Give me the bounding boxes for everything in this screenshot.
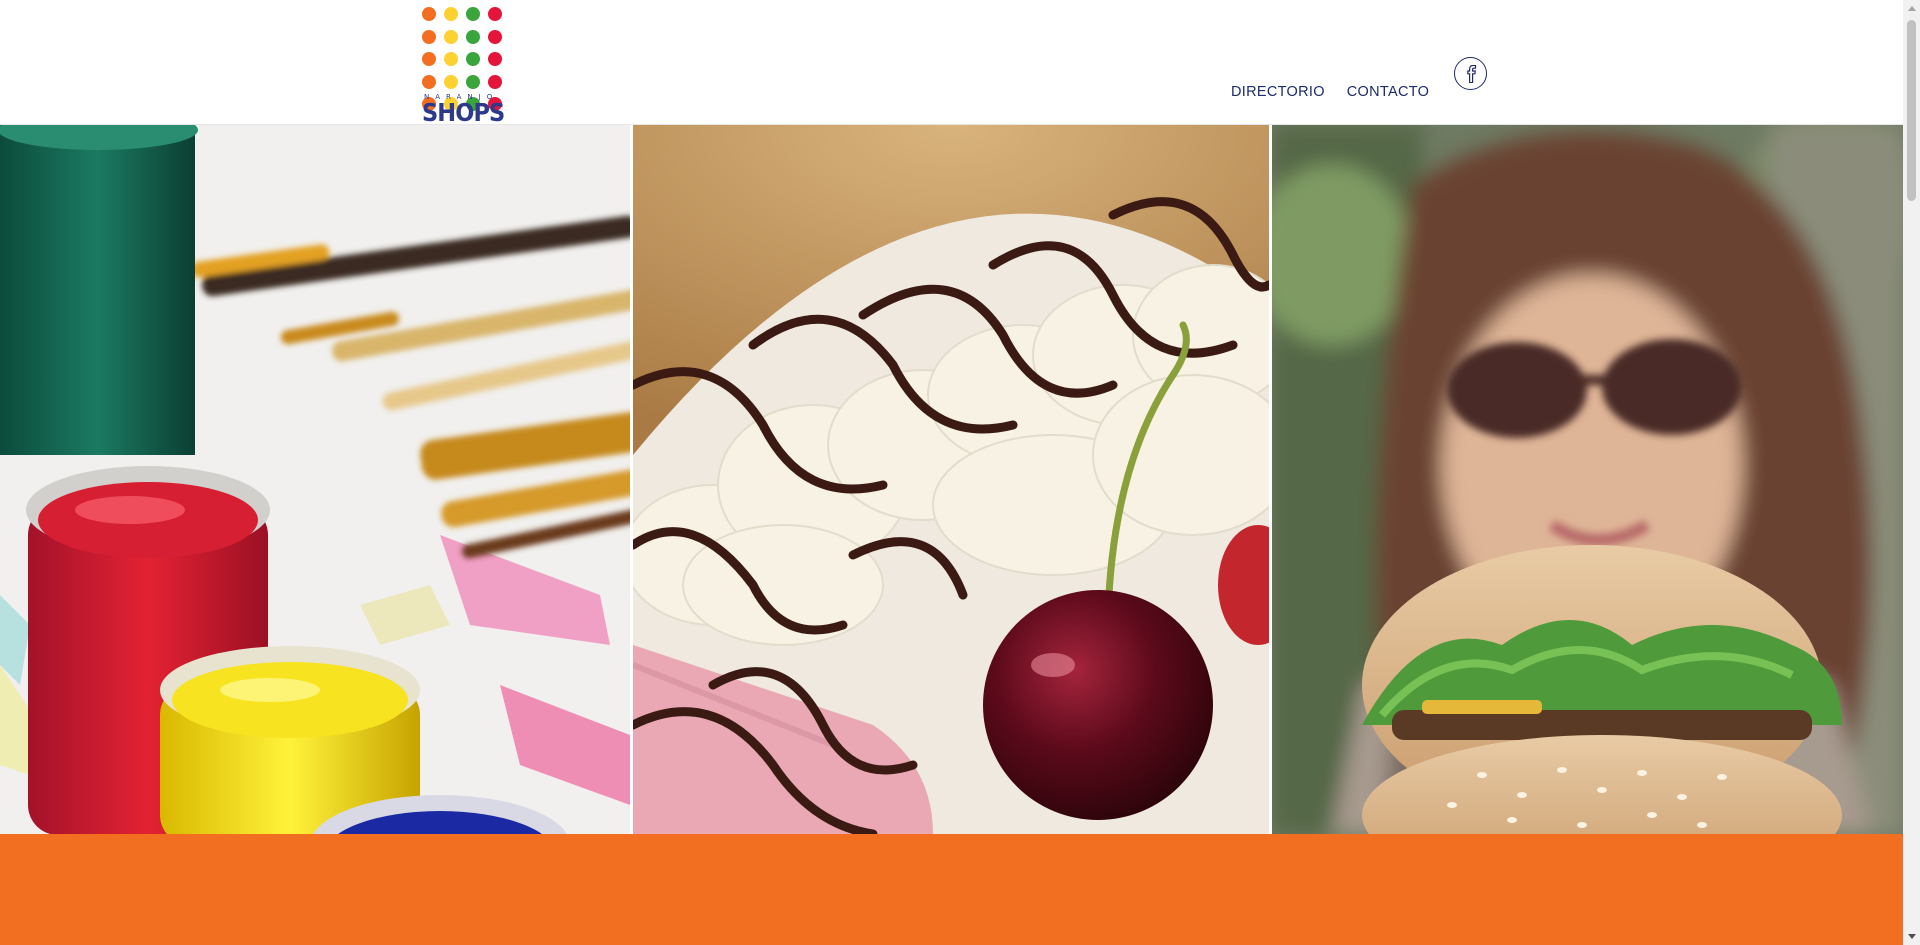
logo-dot xyxy=(488,29,502,44)
logo-dot xyxy=(422,7,436,21)
logo-dot xyxy=(444,52,458,66)
nav-directorio[interactable]: DIRECTORIO xyxy=(1231,84,1325,100)
woman-burger-image xyxy=(1272,125,1903,834)
logo-dot xyxy=(488,74,502,89)
page: NARANJO SHOPS DIRECTORIO CONTACTO xyxy=(0,0,1903,945)
ice-cream-cherry-image xyxy=(633,125,1269,834)
hero-banner xyxy=(0,125,1903,834)
facebook-icon[interactable] xyxy=(1454,57,1487,90)
logo-dot xyxy=(466,7,480,21)
nav-contacto[interactable]: CONTACTO xyxy=(1347,84,1429,100)
vertical-scrollbar[interactable] xyxy=(1903,0,1920,945)
logo-dot xyxy=(466,52,480,66)
logo-title: SHOPS xyxy=(422,98,505,127)
logo-dot xyxy=(488,52,502,66)
logo-dot xyxy=(444,29,458,44)
logo-dot xyxy=(444,7,458,21)
logo-dot xyxy=(466,74,480,89)
site-header: NARANJO SHOPS DIRECTORIO CONTACTO xyxy=(0,0,1903,127)
scrollbar-thumb[interactable] xyxy=(1907,20,1916,201)
naranjo-shops-logo[interactable]: NARANJO SHOPS xyxy=(422,7,510,127)
main-nav: DIRECTORIO CONTACTO xyxy=(1231,84,1429,100)
logo-dot xyxy=(444,74,458,89)
logo-dot xyxy=(422,52,436,66)
paint-jars-image xyxy=(0,125,630,834)
scroll-up-icon[interactable] xyxy=(1903,0,1920,17)
orange-band xyxy=(0,834,1903,945)
scroll-down-icon[interactable] xyxy=(1903,928,1920,945)
logo-dot xyxy=(488,7,502,21)
logo-dot xyxy=(422,29,436,44)
logo-dot xyxy=(422,74,436,89)
logo-dot xyxy=(466,29,480,44)
